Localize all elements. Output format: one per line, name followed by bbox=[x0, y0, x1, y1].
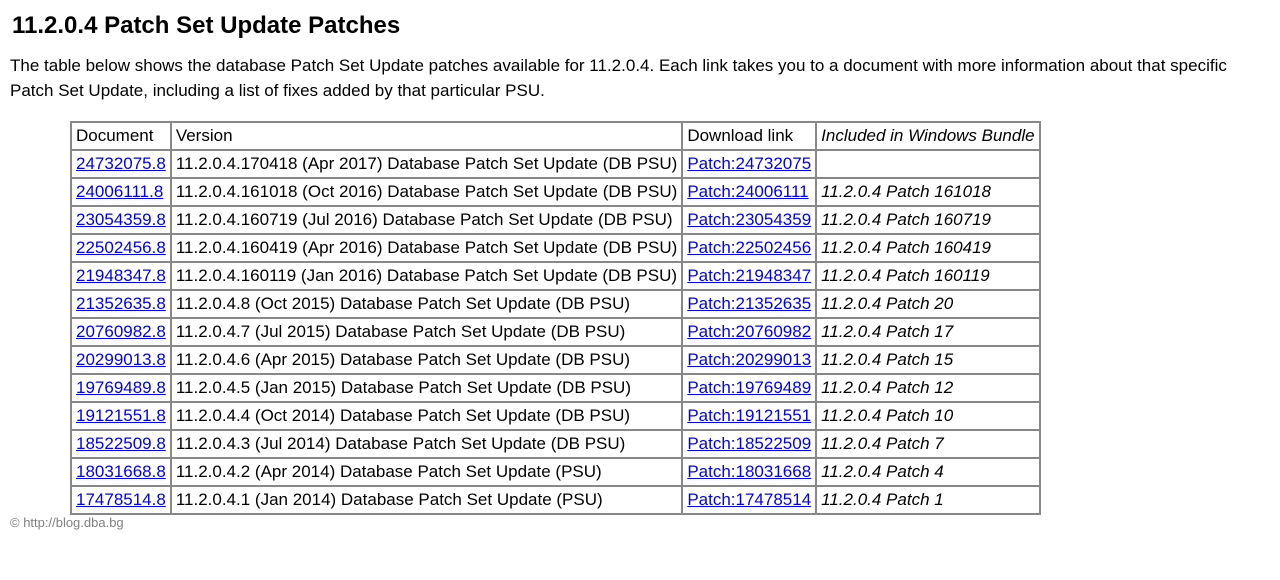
document-link[interactable]: 19769489.8 bbox=[76, 378, 166, 397]
download-link[interactable]: Patch:24006111 bbox=[687, 182, 808, 201]
table-row: 21948347.8 11.2.0.4.160119 (Jan 2016) Dat… bbox=[71, 262, 1040, 290]
download-link[interactable]: Patch:21948347 bbox=[687, 266, 811, 285]
download-link[interactable]: Patch:23054359 bbox=[687, 210, 811, 229]
download-link[interactable]: Patch:17478514 bbox=[687, 490, 811, 509]
document-link[interactable]: 18522509.8 bbox=[76, 434, 166, 453]
version-cell: 11.2.0.4.7 (Jul 2015) Database Patch Set… bbox=[171, 318, 682, 346]
version-cell: 11.2.0.4.160119 (Jan 2016) Database Patc… bbox=[171, 262, 682, 290]
windows-bundle-cell: 11.2.0.4 Patch 160119 bbox=[816, 262, 1039, 290]
table-row: 18031668.8 11.2.0.4.2 (Apr 2014) Database… bbox=[71, 458, 1040, 486]
table-row: 19121551.8 11.2.0.4.4 (Oct 2014) Database… bbox=[71, 402, 1040, 430]
version-cell: 11.2.0.4.160719 (Jul 2016) Database Patc… bbox=[171, 206, 682, 234]
document-link[interactable]: 24006111.8 bbox=[76, 182, 163, 201]
windows-bundle-cell: 11.2.0.4 Patch 17 bbox=[816, 318, 1039, 346]
download-link[interactable]: Patch:22502456 bbox=[687, 238, 811, 257]
table-row: 17478514.8 11.2.0.4.1 (Jan 2014) Database… bbox=[71, 486, 1040, 514]
version-cell: 11.2.0.4.2 (Apr 2014) Database Patch Set… bbox=[171, 458, 682, 486]
document-link[interactable]: 19121551.8 bbox=[76, 406, 166, 425]
download-link[interactable]: Patch:20760982 bbox=[687, 322, 811, 341]
download-link[interactable]: Patch:19769489 bbox=[687, 378, 811, 397]
download-link[interactable]: Patch:24732075 bbox=[687, 154, 811, 173]
document-link[interactable]: 17478514.8 bbox=[76, 490, 166, 509]
download-link[interactable]: Patch:19121551 bbox=[687, 406, 811, 425]
col-header-document: Document bbox=[71, 122, 171, 150]
windows-bundle-cell: 11.2.0.4 Patch 160719 bbox=[816, 206, 1039, 234]
table-row: 20760982.8 11.2.0.4.7 (Jul 2015) Database… bbox=[71, 318, 1040, 346]
windows-bundle-cell: 11.2.0.4 Patch 7 bbox=[816, 430, 1039, 458]
document-link[interactable]: 18031668.8 bbox=[76, 462, 166, 481]
version-cell: 11.2.0.4.8 (Oct 2015) Database Patch Set… bbox=[171, 290, 682, 318]
version-cell: 11.2.0.4.161018 (Oct 2016) Database Patc… bbox=[171, 178, 682, 206]
windows-bundle-cell: 11.2.0.4 Patch 161018 bbox=[816, 178, 1039, 206]
document-link[interactable]: 24732075.8 bbox=[76, 154, 166, 173]
windows-bundle-cell: 11.2.0.4 Patch 160419 bbox=[816, 234, 1039, 262]
download-link[interactable]: Patch:20299013 bbox=[687, 350, 811, 369]
footer-credit: © http://blog.dba.bg bbox=[10, 515, 1270, 530]
windows-bundle-cell: 11.2.0.4 Patch 12 bbox=[816, 374, 1039, 402]
windows-bundle-cell bbox=[816, 150, 1039, 178]
document-link[interactable]: 22502456.8 bbox=[76, 238, 166, 257]
windows-bundle-cell: 11.2.0.4 Patch 10 bbox=[816, 402, 1039, 430]
version-cell: 11.2.0.4.1 (Jan 2014) Database Patch Set… bbox=[171, 486, 682, 514]
table-row: 20299013.8 11.2.0.4.6 (Apr 2015) Database… bbox=[71, 346, 1040, 374]
download-link[interactable]: Patch:21352635 bbox=[687, 294, 811, 313]
table-row: 24006111.8 11.2.0.4.161018 (Oct 2016) Dat… bbox=[71, 178, 1040, 206]
version-cell: 11.2.0.4.4 (Oct 2014) Database Patch Set… bbox=[171, 402, 682, 430]
table-row: 18522509.8 11.2.0.4.3 (Jul 2014) Database… bbox=[71, 430, 1040, 458]
version-cell: 11.2.0.4.160419 (Apr 2016) Database Patc… bbox=[171, 234, 682, 262]
intro-text: The table below shows the database Patch… bbox=[10, 54, 1270, 103]
windows-bundle-cell: 11.2.0.4 Patch 4 bbox=[816, 458, 1039, 486]
table-row: 19769489.8 11.2.0.4.5 (Jan 2015) Database… bbox=[71, 374, 1040, 402]
document-link[interactable]: 21352635.8 bbox=[76, 294, 166, 313]
table-row: 23054359.8 11.2.0.4.160719 (Jul 2016) Dat… bbox=[71, 206, 1040, 234]
table-header-row: Document Version Download link Included … bbox=[71, 122, 1040, 150]
windows-bundle-cell: 11.2.0.4 Patch 20 bbox=[816, 290, 1039, 318]
document-link[interactable]: 23054359.8 bbox=[76, 210, 166, 229]
download-link[interactable]: Patch:18522509 bbox=[687, 434, 811, 453]
windows-bundle-cell: 11.2.0.4 Patch 1 bbox=[816, 486, 1039, 514]
table-row: 22502456.8 11.2.0.4.160419 (Apr 2016) Dat… bbox=[71, 234, 1040, 262]
document-link[interactable]: 20760982.8 bbox=[76, 322, 166, 341]
version-cell: 11.2.0.4.5 (Jan 2015) Database Patch Set… bbox=[171, 374, 682, 402]
table-row: 21352635.8 11.2.0.4.8 (Oct 2015) Database… bbox=[71, 290, 1040, 318]
table-row: 24732075.8 11.2.0.4.170418 (Apr 2017) Dat… bbox=[71, 150, 1040, 178]
col-header-version: Version bbox=[171, 122, 682, 150]
col-header-download: Download link bbox=[682, 122, 816, 150]
download-link[interactable]: Patch:18031668 bbox=[687, 462, 811, 481]
psu-table: Document Version Download link Included … bbox=[70, 121, 1041, 515]
page-title: 11.2.0.4 Patch Set Update Patches bbox=[12, 12, 1270, 40]
document-link[interactable]: 21948347.8 bbox=[76, 266, 166, 285]
windows-bundle-cell: 11.2.0.4 Patch 15 bbox=[816, 346, 1039, 374]
version-cell: 11.2.0.4.6 (Apr 2015) Database Patch Set… bbox=[171, 346, 682, 374]
version-cell: 11.2.0.4.170418 (Apr 2017) Database Patc… bbox=[171, 150, 682, 178]
version-cell: 11.2.0.4.3 (Jul 2014) Database Patch Set… bbox=[171, 430, 682, 458]
col-header-windows: Included in Windows Bundle bbox=[816, 122, 1039, 150]
document-link[interactable]: 20299013.8 bbox=[76, 350, 166, 369]
